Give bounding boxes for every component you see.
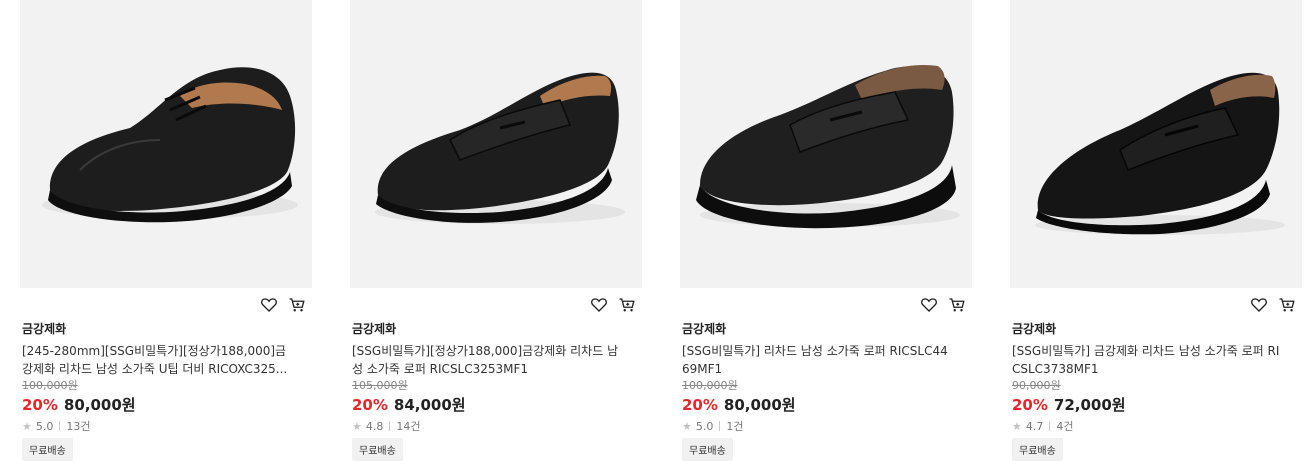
product-image[interactable] xyxy=(1010,0,1302,288)
product-title[interactable]: [245-280mm][SSG비밀특가][정상가188,000]금강제화 리차드… xyxy=(22,342,292,378)
original-price: 90,000원 xyxy=(1012,379,1061,392)
product-image[interactable] xyxy=(20,0,312,288)
heart-icon[interactable] xyxy=(590,296,608,314)
original-price: 100,000원 xyxy=(682,379,738,392)
sale-price: 72,000원 xyxy=(1053,396,1126,414)
review-count: 13건 xyxy=(66,420,91,433)
product-card[interactable]: 금강제화 [SSG비밀특가][정상가188,000]금강제화 리차드 남성 소가… xyxy=(350,0,642,461)
cart-icon[interactable] xyxy=(1278,296,1296,314)
derby-shoe-image xyxy=(42,67,298,223)
review-count: 4건 xyxy=(1056,420,1074,433)
divider xyxy=(719,421,721,431)
cart-icon[interactable] xyxy=(618,296,636,314)
divider xyxy=(1049,421,1051,431)
product-title[interactable]: [SSG비밀특가][정상가188,000]금강제화 리차드 남성 소가죽 로퍼 … xyxy=(352,342,622,378)
rating-score: 5.0 xyxy=(35,419,54,433)
brand-name[interactable]: 금강제화 xyxy=(682,320,726,337)
star-icon: ★ xyxy=(1012,419,1022,433)
rating-score: 4.8 xyxy=(365,419,384,433)
free-shipping-badge: 무료배송 xyxy=(22,438,73,461)
discount-rate: 20% xyxy=(682,396,718,414)
review-count: 14건 xyxy=(396,420,421,433)
sale-price: 84,000원 xyxy=(393,396,466,414)
heart-icon[interactable] xyxy=(920,296,938,314)
free-shipping-badge: 무료배송 xyxy=(352,438,403,461)
price-row: 20% 84,000원 xyxy=(352,394,466,415)
price-row: 20% 80,000원 xyxy=(22,394,136,415)
free-shipping-badge: 무료배송 xyxy=(682,438,733,461)
sale-price: 80,000원 xyxy=(63,396,136,414)
star-icon: ★ xyxy=(352,419,362,433)
product-card[interactable]: 금강제화 [245-280mm][SSG비밀특가][정상가188,000]금강제… xyxy=(20,0,312,461)
card-actions xyxy=(590,296,636,314)
loafer-shoe-image xyxy=(696,64,960,229)
rating-row: ★ 4.8 14건 xyxy=(352,418,421,434)
sale-price: 80,000원 xyxy=(723,396,796,414)
discount-rate: 20% xyxy=(1012,396,1048,414)
rating-row: ★ 5.0 1건 xyxy=(682,418,744,434)
product-card[interactable]: 금강제화 [SSG비밀특가] 금강제화 리차드 남성 소가죽 로퍼 RICSLC… xyxy=(1010,0,1302,461)
product-grid: 금강제화 [245-280mm][SSG비밀특가][정상가188,000]금강제… xyxy=(0,0,1310,472)
divider xyxy=(59,421,61,431)
brand-name[interactable]: 금강제화 xyxy=(352,320,396,337)
product-card[interactable]: 금강제화 [SSG비밀특가] 리차드 남성 소가죽 로퍼 RICSLC4469M… xyxy=(680,0,972,461)
brand-name[interactable]: 금강제화 xyxy=(22,320,66,337)
price-row: 20% 80,000원 xyxy=(682,394,796,415)
heart-icon[interactable] xyxy=(260,296,278,314)
cart-icon[interactable] xyxy=(288,296,306,314)
product-image[interactable] xyxy=(350,0,642,288)
loafer-shoe-image xyxy=(375,72,625,224)
original-price: 100,000원 xyxy=(22,379,78,392)
price-row: 20% 72,000원 xyxy=(1012,394,1126,415)
discount-rate: 20% xyxy=(22,396,58,414)
heart-icon[interactable] xyxy=(1250,296,1268,314)
card-actions xyxy=(1250,296,1296,314)
product-title[interactable]: [SSG비밀특가] 금강제화 리차드 남성 소가죽 로퍼 RICSLC3738M… xyxy=(1012,342,1282,378)
product-title[interactable]: [SSG비밀특가] 리차드 남성 소가죽 로퍼 RICSLC4469MF1 xyxy=(682,342,952,378)
rating-score: 4.7 xyxy=(1025,419,1044,433)
brand-name[interactable]: 금강제화 xyxy=(1012,320,1056,337)
loafer-shoe-image xyxy=(1035,72,1285,235)
star-icon: ★ xyxy=(682,419,692,433)
discount-rate: 20% xyxy=(352,396,388,414)
free-shipping-badge: 무료배송 xyxy=(1012,438,1063,461)
rating-row: ★ 5.0 13건 xyxy=(22,418,91,434)
card-actions xyxy=(260,296,306,314)
divider xyxy=(389,421,391,431)
card-actions xyxy=(920,296,966,314)
original-price: 105,000원 xyxy=(352,379,408,392)
rating-score: 5.0 xyxy=(695,419,714,433)
rating-row: ★ 4.7 4건 xyxy=(1012,418,1074,434)
cart-icon[interactable] xyxy=(948,296,966,314)
review-count: 1건 xyxy=(726,420,744,433)
product-image[interactable] xyxy=(680,0,972,288)
star-icon: ★ xyxy=(22,419,32,433)
